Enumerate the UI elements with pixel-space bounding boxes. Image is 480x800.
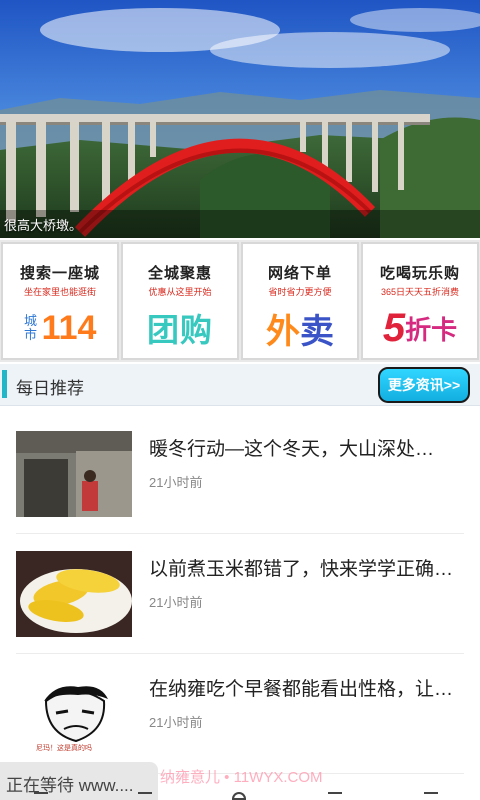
banner-carousel[interactable]: 很高大桥墩。: [0, 0, 480, 238]
news-time: 21小时前: [149, 475, 203, 490]
watermark: 纳雍意儿 • 11WYX.COM: [160, 769, 323, 786]
nav-icon-4[interactable]: [328, 792, 342, 800]
takeout-logo-char-2: 卖: [300, 312, 334, 351]
news-time: 21小时前: [149, 715, 203, 730]
service-title: 网络下单: [267, 265, 332, 282]
discount-card-label: 折卡: [405, 314, 458, 345]
news-time: 21小时前: [149, 595, 203, 610]
takeout-logo-char-1: 外: [266, 312, 300, 351]
nav-icon-2[interactable]: [138, 792, 152, 800]
news-thumbnail: 尼玛！这是真的吗: [16, 671, 132, 757]
service-grid: 搜索一座城 坐在家里也能逛街 城市 114 全城聚惠 优惠从这里开始 团购 网络…: [0, 240, 480, 362]
news-headline: 暖冬行动—这个冬天，大山深处…: [149, 439, 435, 460]
nav-icon-5[interactable]: [424, 792, 438, 800]
thumbnail-caption: 尼玛！这是真的吗: [36, 745, 92, 752]
city-114-small-label: 城市: [24, 313, 38, 342]
takeout-logo: 外卖: [243, 306, 357, 351]
news-item[interactable]: 尼玛！这是真的吗 在纳雍吃个早餐都能看出性格，让… 21小时前: [16, 654, 464, 774]
banner-image: [0, 0, 480, 238]
service-subtitle: 365日天天五折消费: [380, 287, 460, 297]
discount-card-number: 5: [382, 305, 406, 350]
service-takeout[interactable]: 网络下单 省时省力更方便 外卖: [241, 242, 359, 360]
more-news-button[interactable]: 更多资讯>>: [378, 367, 470, 403]
section-accent-bar: [2, 370, 7, 398]
section-title: 每日推荐: [16, 379, 84, 398]
city-114-number: 114: [41, 308, 97, 347]
daily-recommend-header: 每日推荐 更多资讯>>: [0, 364, 480, 406]
service-city-114[interactable]: 搜索一座城 坐在家里也能逛街 城市 114: [1, 242, 119, 360]
service-group-buy[interactable]: 全城聚惠 优惠从这里开始 团购: [121, 242, 239, 360]
service-title: 吃喝玩乐购: [379, 265, 460, 282]
service-subtitle: 优惠从这里开始: [148, 287, 212, 297]
news-headline: 以前煮玉米都错了，快来学学正确…: [149, 559, 454, 580]
banner-caption: 很高大桥墩。: [4, 218, 83, 233]
news-thumbnail: [16, 431, 132, 517]
news-item[interactable]: 暖冬行动—这个冬天，大山深处… 21小时前: [16, 414, 464, 534]
news-item[interactable]: 以前煮玉米都错了，快来学学正确… 21小时前: [16, 534, 464, 654]
service-discount-card[interactable]: 吃喝玩乐购 365日天天五折消费 5 折卡: [361, 242, 479, 360]
group-buy-logo: 团购: [146, 312, 213, 348]
news-thumbnail: [16, 551, 132, 637]
news-headline: 在纳雍吃个早餐都能看出性格，让…: [149, 679, 454, 700]
service-subtitle: 省时省力更方便: [268, 287, 332, 297]
service-title: 全城聚惠: [147, 265, 212, 282]
service-subtitle: 坐在家里也能逛街: [23, 287, 96, 297]
bottom-nav: [0, 792, 480, 800]
service-title: 搜索一座城: [19, 265, 100, 282]
nav-icon-1[interactable]: [34, 792, 48, 800]
nav-icon-3[interactable]: [232, 792, 246, 800]
